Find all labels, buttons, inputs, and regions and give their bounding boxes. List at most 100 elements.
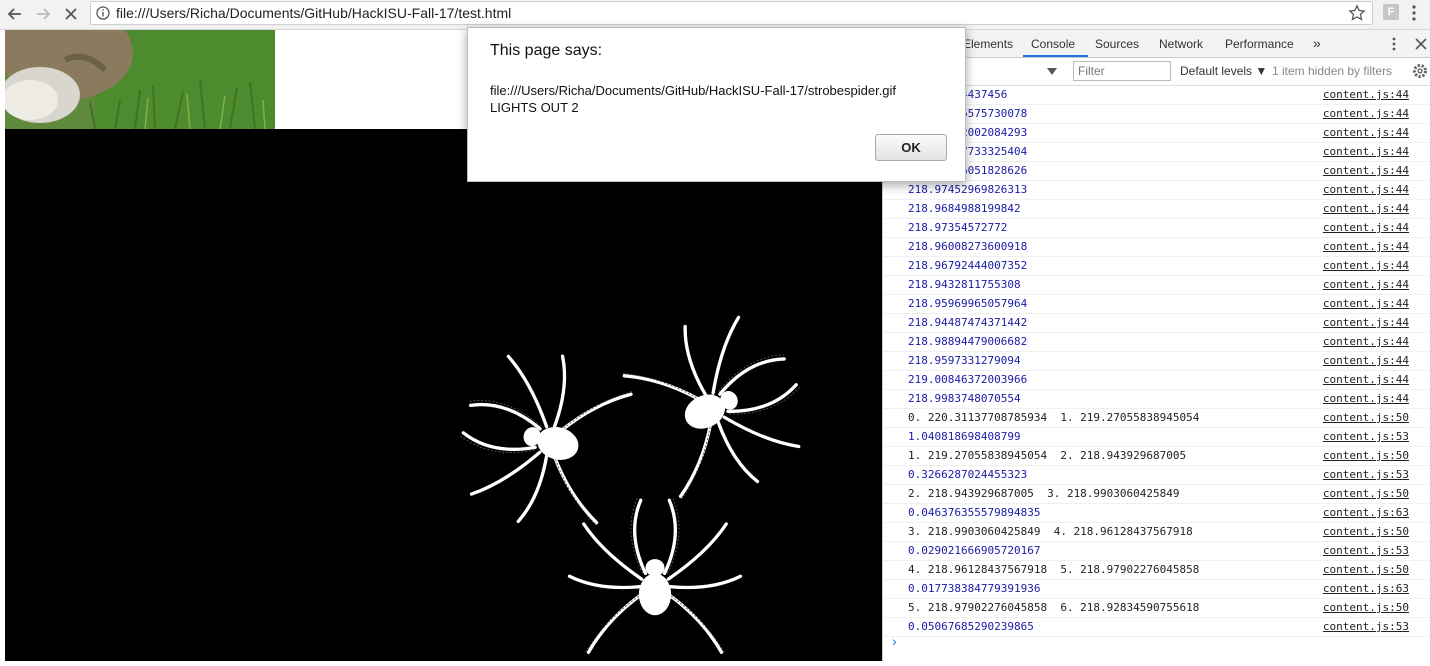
console-message-row: 5. 218.97902276045858 6. 218.92834590755… bbox=[883, 599, 1430, 618]
console-source-link[interactable]: content.js:44 bbox=[1323, 162, 1409, 180]
console-message-text: 218.98894479006682 bbox=[908, 335, 1028, 348]
ok-button[interactable]: OK bbox=[875, 134, 947, 161]
console-message-text: 0.3266287024455323 bbox=[908, 468, 1028, 481]
console-source-link[interactable]: content.js:50 bbox=[1323, 599, 1409, 617]
console-message-text: 219.00846372003966 bbox=[908, 373, 1028, 386]
forward-button[interactable] bbox=[32, 3, 54, 25]
console-message-row: 218.9597331279094 content.js:44 bbox=[883, 352, 1430, 371]
console-filter-input[interactable] bbox=[1073, 61, 1171, 81]
console-message-text: 4. 218.96128437567918 5. 218.97902276045… bbox=[908, 563, 1200, 576]
console-message-text: 218.9597331279094 bbox=[908, 354, 1021, 367]
console-message-text: 0. 220.31137708785934 1. 219.27055838945… bbox=[908, 411, 1200, 424]
console-source-link[interactable]: content.js:44 bbox=[1323, 314, 1409, 332]
console-source-link[interactable]: content.js:53 bbox=[1323, 466, 1409, 484]
console-message-row: 0. 220.31137708785934 1. 219.27055838945… bbox=[883, 409, 1430, 428]
console-source-link[interactable]: content.js:44 bbox=[1323, 124, 1409, 142]
spider-left bbox=[441, 334, 640, 544]
console-source-link[interactable]: content.js:44 bbox=[1323, 352, 1409, 370]
console-message-row: 219.00846372003966 content.js:44 bbox=[883, 371, 1430, 390]
tab-performance[interactable]: Performance bbox=[1225, 37, 1294, 51]
console-message-text: 0.017738384779391936 bbox=[908, 582, 1041, 595]
dialog-message: file:///Users/Richa/Documents/GitHub/Hac… bbox=[490, 83, 897, 115]
console-message-text: 2. 218.943929687005 3. 218.9903060425849 bbox=[908, 487, 1180, 500]
console-message-row: 218.97354572772 content.js:44 bbox=[883, 219, 1430, 238]
info-icon[interactable] bbox=[96, 6, 110, 20]
console-source-link[interactable]: content.js:63 bbox=[1323, 580, 1409, 598]
console-message-row: 218.94487474371442 content.js:44 bbox=[883, 314, 1430, 333]
console-source-link[interactable]: content.js:53 bbox=[1323, 542, 1409, 560]
grass-photo bbox=[5, 30, 275, 129]
console-prompt[interactable]: › bbox=[883, 633, 1430, 653]
stop-loading-button[interactable] bbox=[60, 3, 82, 25]
bookmark-star-icon[interactable] bbox=[1348, 4, 1366, 22]
strobe-spider-gif bbox=[5, 129, 882, 661]
gear-icon[interactable] bbox=[1412, 63, 1428, 79]
console-source-link[interactable]: content.js:44 bbox=[1323, 333, 1409, 351]
console-source-link[interactable]: content.js:63 bbox=[1323, 504, 1409, 522]
prompt-chevron-icon: › bbox=[892, 633, 897, 649]
console-source-link[interactable]: content.js:50 bbox=[1323, 409, 1409, 427]
console-message-text: 218.97354572772 bbox=[908, 221, 1008, 234]
console-source-link[interactable]: content.js:44 bbox=[1323, 143, 1409, 161]
back-button[interactable] bbox=[4, 3, 26, 25]
more-tabs-button[interactable]: » bbox=[1313, 35, 1321, 51]
console-message-text: 218.9684988199842 bbox=[908, 202, 1021, 215]
console-source-link[interactable]: content.js:50 bbox=[1323, 485, 1409, 503]
console-source-link[interactable]: content.js:44 bbox=[1323, 276, 1409, 294]
browser-toolbar: file:///Users/Richa/Documents/GitHub/Hac… bbox=[0, 0, 1430, 30]
extension-icon[interactable]: F bbox=[1383, 4, 1399, 20]
console-message-row: 218.9983748070554 content.js:44 bbox=[883, 390, 1430, 409]
close-devtools-icon[interactable] bbox=[1415, 38, 1427, 50]
console-message-text: 218.96792444007352 bbox=[908, 259, 1028, 272]
console-message-text: 1.040818698408799 bbox=[908, 430, 1021, 443]
console-source-link[interactable]: content.js:44 bbox=[1323, 390, 1409, 408]
console-source-link[interactable]: content.js:44 bbox=[1323, 105, 1409, 123]
active-tab-indicator bbox=[1023, 55, 1088, 57]
tab-console[interactable]: Console bbox=[1031, 37, 1075, 51]
console-source-link[interactable]: content.js:44 bbox=[1323, 181, 1409, 199]
console-message-row: 0.046376355579894835 content.js:63 bbox=[883, 504, 1430, 523]
log-levels-dropdown[interactable]: Default levels ▼ bbox=[1180, 64, 1267, 78]
console-source-link[interactable]: content.js:44 bbox=[1323, 295, 1409, 313]
console-message-text: 218.97452969826313 bbox=[908, 183, 1028, 196]
tab-sources[interactable]: Sources bbox=[1095, 37, 1139, 51]
console-message-row: 218.96008273600918 content.js:44 bbox=[883, 238, 1430, 257]
tab-elements[interactable]: Elements bbox=[963, 37, 1013, 51]
console-source-link[interactable]: content.js:50 bbox=[1323, 523, 1409, 541]
console-source-link[interactable]: content.js:44 bbox=[1323, 200, 1409, 218]
console-source-link[interactable]: content.js:44 bbox=[1323, 257, 1409, 275]
console-source-link[interactable]: content.js:44 bbox=[1323, 371, 1409, 389]
console-source-link[interactable]: content.js:44 bbox=[1323, 219, 1409, 237]
console-message-text: 218.9983748070554 bbox=[908, 392, 1021, 405]
console-message-text: 0.046376355579894835 bbox=[908, 506, 1041, 519]
console-message-row: 1.040818698408799 content.js:53 bbox=[883, 428, 1430, 447]
devtools-menu-icon[interactable] bbox=[1391, 37, 1397, 51]
console-message-text: 218.96008273600918 bbox=[908, 240, 1028, 253]
console-source-link[interactable]: content.js:44 bbox=[1323, 238, 1409, 256]
console-message-text: 5. 218.97902276045858 6. 218.92834590755… bbox=[908, 601, 1200, 614]
console-source-link[interactable]: content.js:50 bbox=[1323, 561, 1409, 579]
console-message-row: 218.97452969826313 content.js:44 bbox=[883, 181, 1430, 200]
console-source-link[interactable]: content.js:53 bbox=[1323, 428, 1409, 446]
console-message-row: 0.3266287024455323 content.js:53 bbox=[883, 466, 1430, 485]
context-dropdown-icon[interactable] bbox=[1047, 68, 1057, 75]
console-message-text: 3. 218.9903060425849 4. 218.961284375679… bbox=[908, 525, 1193, 538]
console-message-row: 3. 218.9903060425849 4. 218.961284375679… bbox=[883, 523, 1430, 542]
console-message-row: 218.98894479006682 content.js:44 bbox=[883, 333, 1430, 352]
console-message-row: 218.9432811755308 content.js:44 bbox=[883, 276, 1430, 295]
console-message-row: 0.029021666905720167 content.js:53 bbox=[883, 542, 1430, 561]
arrow-left-icon bbox=[7, 8, 21, 20]
console-message-text: 218.94487474371442 bbox=[908, 316, 1028, 329]
alert-dialog: This page says: file:///Users/Richa/Docu… bbox=[467, 27, 966, 182]
console-message-row: 0.017738384779391936 content.js:63 bbox=[883, 580, 1430, 599]
close-icon bbox=[65, 8, 77, 20]
console-message-row: 218.96792444007352 content.js:44 bbox=[883, 257, 1430, 276]
tab-network[interactable]: Network bbox=[1159, 37, 1203, 51]
spider-right bbox=[612, 291, 830, 517]
more-vert-icon[interactable] bbox=[1411, 4, 1417, 22]
console-message-text: 0.029021666905720167 bbox=[908, 544, 1041, 557]
console-source-link[interactable]: content.js:44 bbox=[1323, 86, 1409, 104]
console-source-link[interactable]: content.js:50 bbox=[1323, 447, 1409, 465]
console-message-row: 218.95969965057964 content.js:44 bbox=[883, 295, 1430, 314]
address-bar[interactable]: file:///Users/Richa/Documents/GitHub/Hac… bbox=[90, 1, 1373, 25]
